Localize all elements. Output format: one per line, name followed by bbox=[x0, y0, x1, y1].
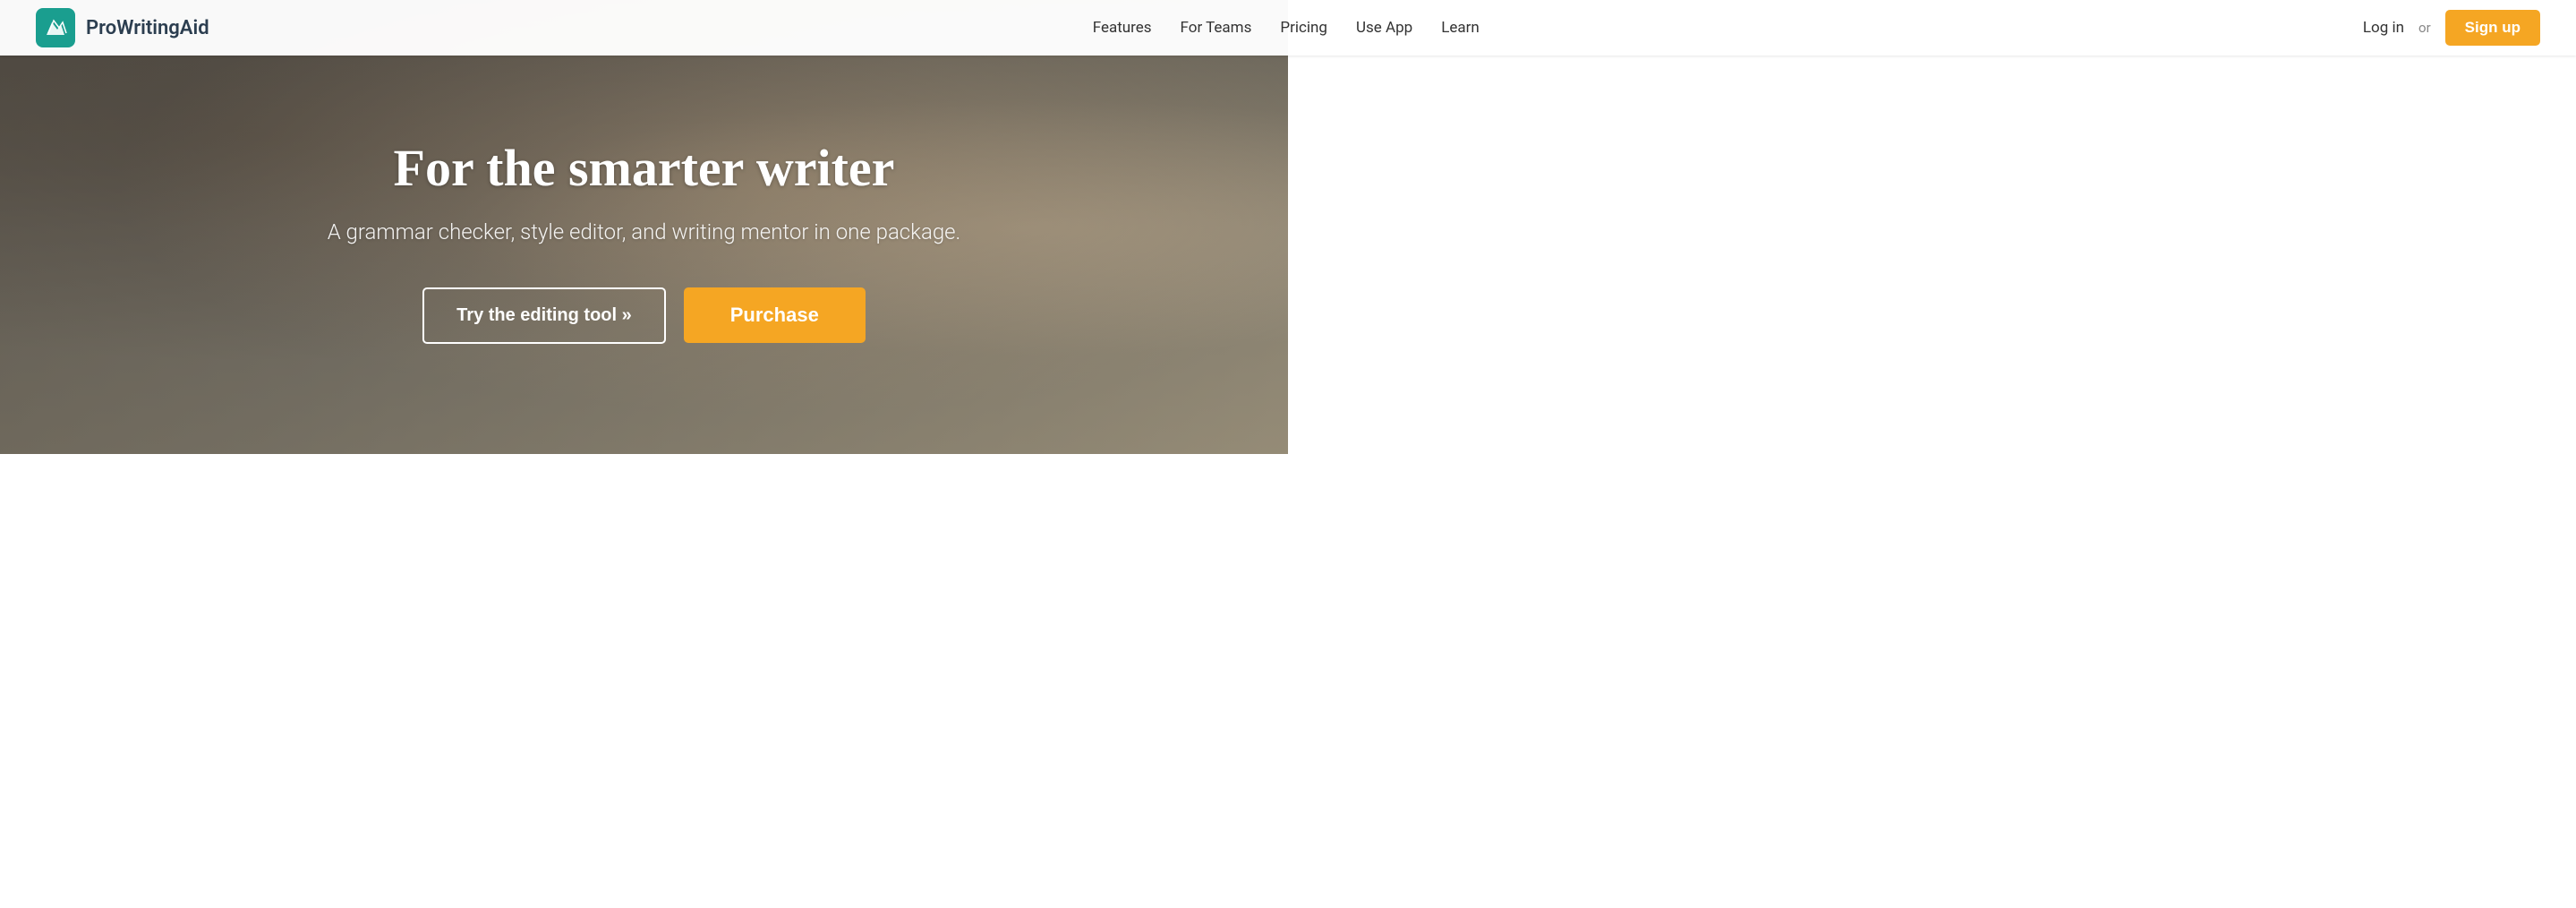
signup-button[interactable]: Sign up bbox=[2445, 10, 2540, 46]
nav-pricing[interactable]: Pricing bbox=[1280, 19, 1327, 37]
nav-features[interactable]: Features bbox=[1093, 19, 1152, 37]
try-editing-tool-button[interactable]: Try the editing tool » bbox=[422, 287, 666, 344]
nav-auth: Log in or Sign up bbox=[2363, 10, 2540, 46]
logo-text: ProWritingAid bbox=[86, 17, 209, 39]
hero-title: For the smarter writer bbox=[328, 138, 961, 198]
nav-or-text: or bbox=[2418, 20, 2431, 36]
logo-link[interactable]: ProWritingAid bbox=[36, 8, 209, 47]
login-link[interactable]: Log in bbox=[2363, 19, 2404, 37]
hero-buttons: Try the editing tool » Purchase bbox=[328, 287, 961, 344]
hero-section: For the smarter writer A grammar checker… bbox=[0, 0, 1288, 454]
hero-content: For the smarter writer A grammar checker… bbox=[328, 138, 961, 344]
purchase-button[interactable]: Purchase bbox=[684, 287, 866, 343]
nav-learn[interactable]: Learn bbox=[1441, 19, 1480, 37]
navbar: ProWritingAid Features For Teams Pricing… bbox=[0, 0, 2576, 56]
logo-icon bbox=[36, 8, 75, 47]
nav-use-app[interactable]: Use App bbox=[1356, 19, 1412, 37]
hero-subtitle: A grammar checker, style editor, and wri… bbox=[328, 219, 961, 244]
nav-for-teams[interactable]: For Teams bbox=[1181, 19, 1252, 37]
nav-links: Features For Teams Pricing Use App Learn bbox=[1093, 19, 1480, 37]
